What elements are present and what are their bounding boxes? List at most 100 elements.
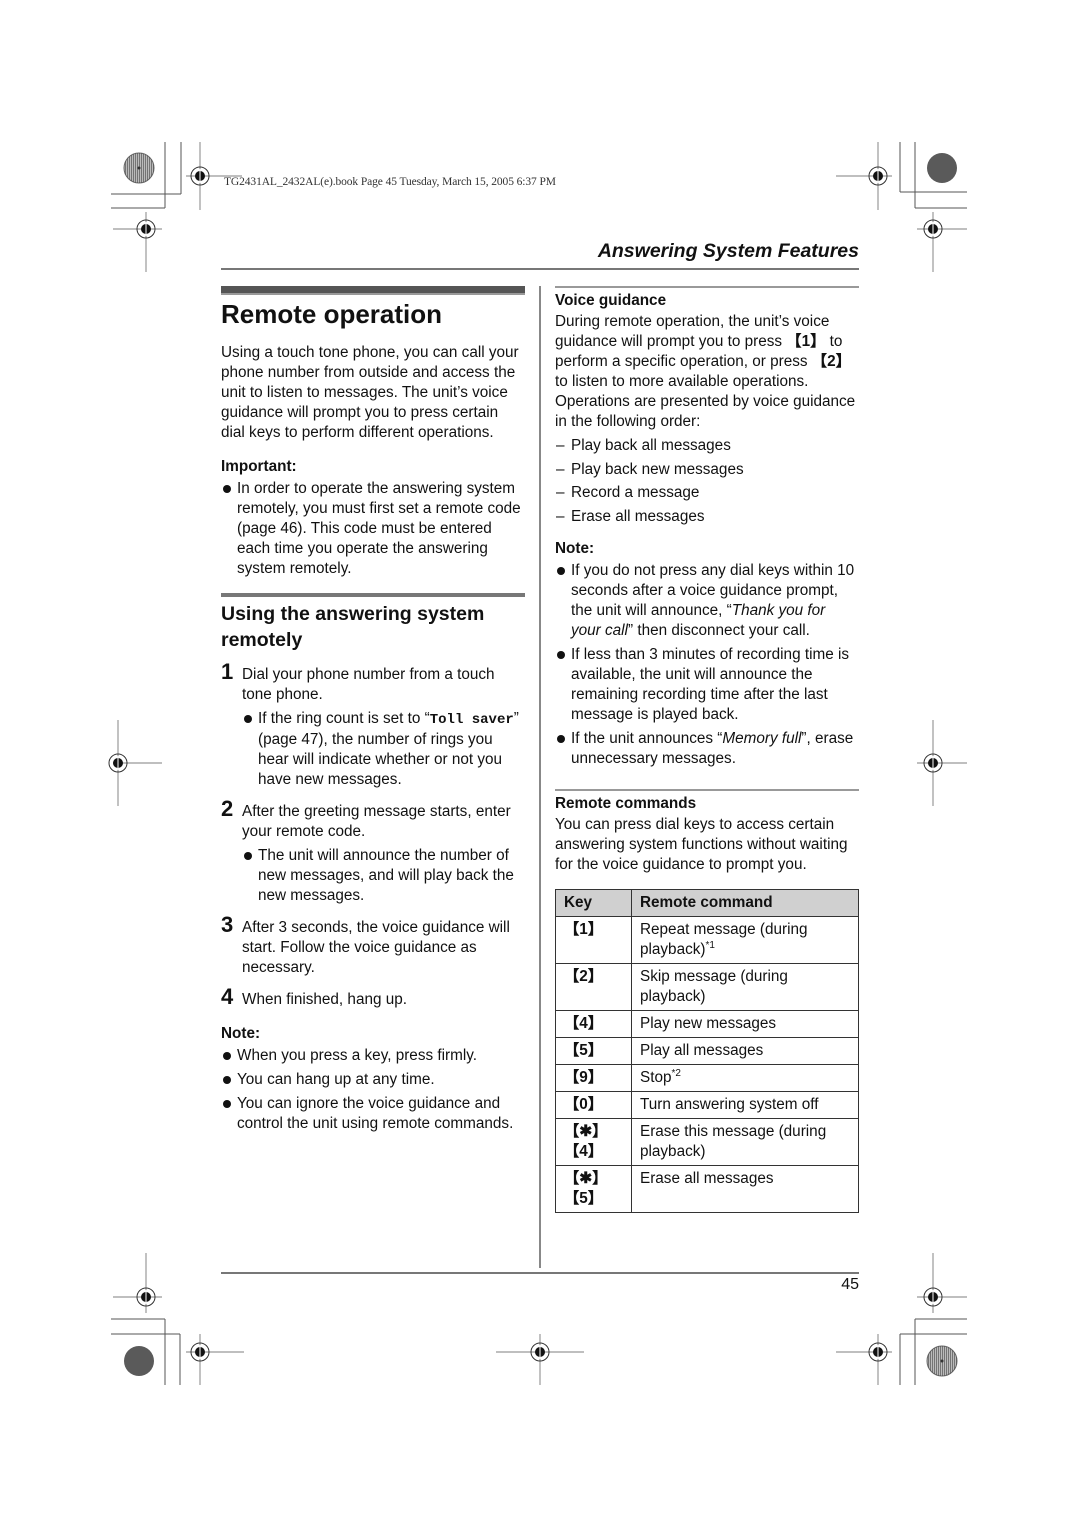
key-cell: 【9】 <box>555 1063 632 1092</box>
section-rule <box>555 286 859 288</box>
table-row: 【2】 Skip message (during playback) <box>555 962 859 1011</box>
key-cell: 【✱】【5】 <box>555 1164 632 1213</box>
step-3: 3 After 3 seconds, the voice guidance wi… <box>221 912 525 978</box>
list-item: You can hang up at any time. <box>221 1070 525 1090</box>
table-row: 【9】 Stop*2 <box>555 1063 859 1092</box>
step-2: 2 After the greeting message starts, ent… <box>221 796 525 906</box>
important-list: In order to operate the answering system… <box>221 479 525 579</box>
key-cell: 【✱】【4】 <box>555 1117 632 1166</box>
step-number: 1 <box>221 659 234 684</box>
list-item: If the unit announces “Memory full”, era… <box>555 729 859 769</box>
operation-order-list: – Play back all messages – Play back new m… <box>555 436 859 527</box>
dash-icon: – <box>556 460 565 478</box>
registration-mark-icon <box>530 1342 550 1362</box>
column-header-command: Remote command <box>631 888 859 917</box>
step-number: 4 <box>221 984 234 1009</box>
list-item: If less than 3 minutes of recording time… <box>555 645 859 725</box>
bullet-icon <box>244 715 252 723</box>
footnote-marker: *2 <box>671 1067 681 1079</box>
note-list: When you press a key, press firmly. You … <box>221 1046 525 1134</box>
registration-mark-icon <box>868 1342 888 1362</box>
print-header: TG2431AL_2432AL(e).book Page 45 Tuesday,… <box>224 176 556 188</box>
list-item: – Erase all messages <box>556 507 705 525</box>
left-column: Remote operation Using a touch tone phon… <box>221 286 525 1138</box>
gray-target-icon <box>926 152 958 189</box>
bullet-icon <box>223 485 231 493</box>
right-column: Voice guidance During remote operation, … <box>555 286 859 1213</box>
registration-mark-icon <box>190 1342 210 1362</box>
list-item: – Record a message <box>556 484 700 502</box>
table-row: 【✱】【4】 Erase this message (during playbac… <box>555 1117 859 1166</box>
remote-commands-table: Key Remote command 【1】 Repeat message (du… <box>555 888 859 1213</box>
registration-mark-icon <box>923 219 943 239</box>
list-item: You can ignore the voice guidance and co… <box>221 1094 525 1134</box>
list-item: – Play back new messages <box>556 460 744 478</box>
step-number: 2 <box>221 796 234 821</box>
command-cell: Turn answering system off <box>631 1090 859 1119</box>
table-row: 【1】 Repeat message (during playback)*1 <box>555 915 859 964</box>
command-cell: Stop*2 <box>631 1063 859 1092</box>
section-title: Answering System Features <box>597 240 859 262</box>
key-cell: 【0】 <box>555 1090 632 1119</box>
table-body: 【1】 Repeat message (during playback)*1 【2】… <box>555 915 859 1213</box>
registration-mark-icon <box>923 753 943 773</box>
bullet-icon <box>557 566 565 575</box>
section-rule <box>555 788 859 791</box>
subheading-rule <box>221 593 525 597</box>
key-cell: 【5】 <box>555 1036 632 1065</box>
dash-icon: – <box>556 507 565 525</box>
dash-icon: – <box>556 437 565 454</box>
registration-mark-icon <box>108 753 128 773</box>
command-cell: Play new messages <box>631 1009 859 1038</box>
table-row: 【✱】【5】 Erase all messages <box>555 1164 859 1213</box>
table-header-row: Key Remote command <box>555 888 859 917</box>
dial-key: 【1】 <box>786 333 826 350</box>
voice-guidance-paragraph: During remote operation, the unit’s voic… <box>555 313 856 430</box>
star-target-icon <box>926 1345 958 1382</box>
bullet-icon <box>244 852 252 860</box>
gray-target-icon <box>123 1345 155 1382</box>
page-title: Remote operation <box>221 299 443 329</box>
star-target-icon <box>123 152 155 189</box>
bullet-icon <box>557 734 565 743</box>
list-item: If you do not press any dial keys within… <box>555 561 859 641</box>
table-row: 【5】 Play all messages <box>555 1036 859 1065</box>
column-divider <box>539 286 541 1268</box>
remote-commands-label: Remote commands <box>555 794 697 812</box>
list-item: If the ring count is set to “Toll saver”… <box>242 709 525 790</box>
bullet-icon <box>223 1100 231 1108</box>
command-cell: Erase this message (during playback) <box>631 1117 859 1166</box>
command-cell: Play all messages <box>631 1036 859 1065</box>
table-row: 【0】 Turn answering system off <box>555 1090 859 1119</box>
bullet-icon <box>223 1052 231 1060</box>
note-label: Note: <box>555 539 595 557</box>
bullet-icon <box>223 1076 231 1084</box>
step-text: Dial your phone number from a touch tone… <box>242 666 495 703</box>
voice-guidance-label: Voice guidance <box>555 292 667 309</box>
page-number: 45 <box>841 1276 859 1293</box>
key-cell: 【2】 <box>555 962 632 1011</box>
table-row: 【4】 Play new messages <box>555 1009 859 1038</box>
footnote-marker: *1 <box>705 939 715 951</box>
remote-commands-paragraph: You can press dial keys to access certai… <box>555 815 848 873</box>
command-cell: Repeat message (during playback)*1 <box>631 915 859 964</box>
dial-key: 【2】 <box>811 353 851 370</box>
step-text: When finished, hang up. <box>242 991 407 1008</box>
bullet-icon <box>557 650 565 659</box>
command-cell: Erase all messages <box>631 1164 859 1213</box>
step-text: After the greeting message starts, enter… <box>242 803 511 840</box>
subheading: Using the answering system remotely <box>221 603 485 651</box>
step-number: 3 <box>221 912 234 937</box>
title-rule <box>221 286 525 295</box>
note-list: If you do not press any dial keys within… <box>555 561 859 769</box>
list-item: When you press a key, press firmly. <box>221 1046 525 1066</box>
dash-icon: – <box>556 484 565 502</box>
step-1: 1 Dial your phone number from a touch to… <box>221 659 525 790</box>
key-cell: 【1】 <box>555 915 632 964</box>
registration-mark-icon <box>190 166 210 186</box>
registration-mark-icon <box>868 166 888 186</box>
step-4: 4 When finished, hang up. <box>221 984 525 1010</box>
intro-paragraph: Using a touch tone phone, you can call y… <box>221 344 519 441</box>
key-cell: 【4】 <box>555 1009 632 1038</box>
footer-rule <box>221 1272 859 1274</box>
